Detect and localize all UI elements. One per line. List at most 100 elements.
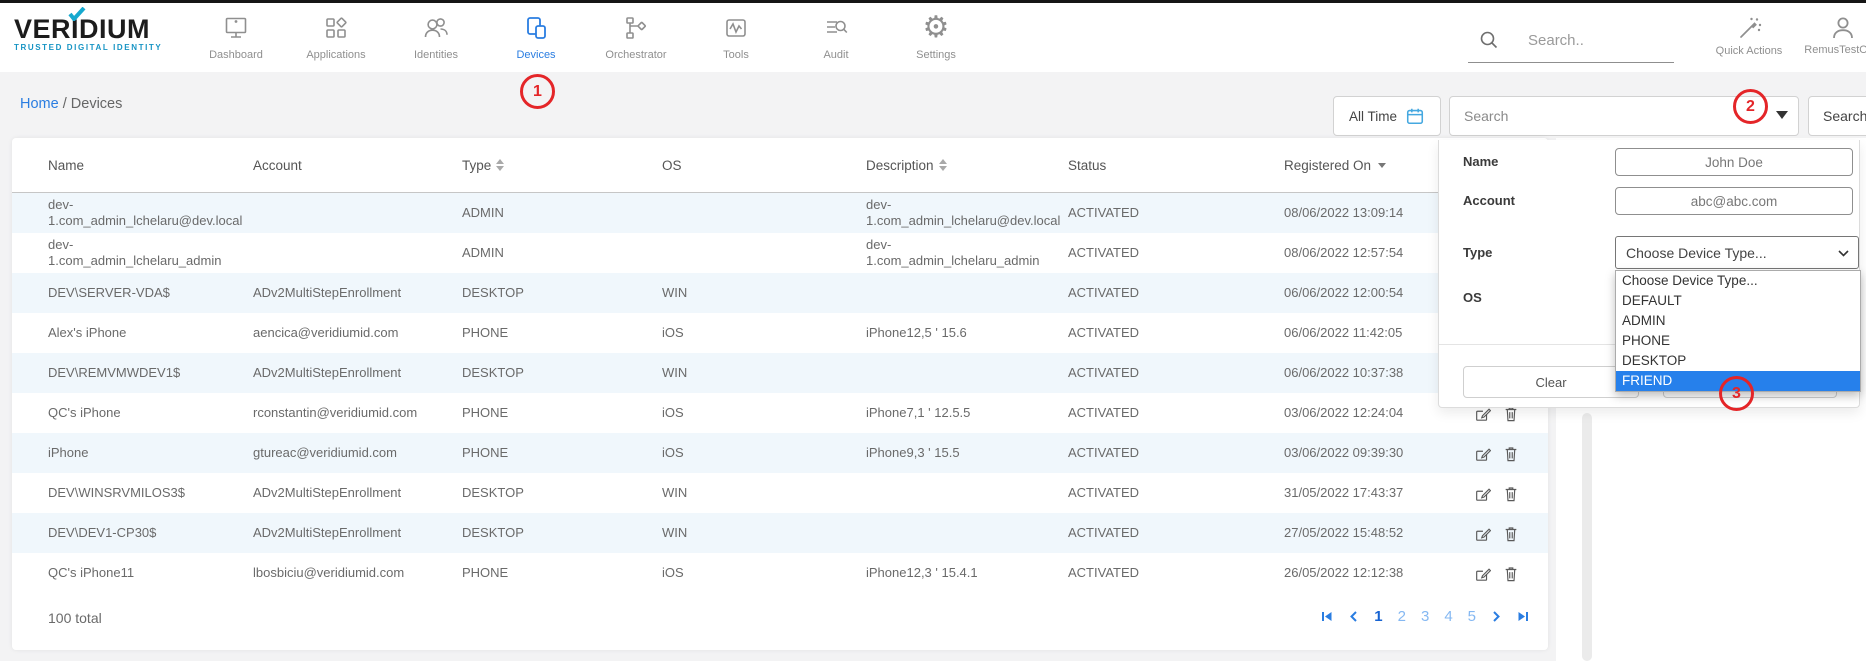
- pagination-first-icon[interactable]: [1320, 610, 1333, 623]
- nav-label: Settings: [886, 49, 986, 61]
- table-row[interactable]: Alex's iPhoneaencica@veridiumid.comPHONE…: [12, 313, 1548, 353]
- right-scrollbar[interactable]: [1582, 413, 1592, 661]
- delete-icon[interactable]: [1503, 485, 1519, 502]
- cell-status: ACTIVATED: [1068, 405, 1284, 421]
- pagination-page-4[interactable]: 4: [1444, 608, 1452, 625]
- row-actions: [1474, 445, 1544, 462]
- cell-registered-on: 03/06/2022 09:39:30: [1284, 445, 1474, 461]
- type-option[interactable]: ADMIN: [1616, 311, 1860, 331]
- column-header-account[interactable]: Account: [253, 158, 462, 173]
- veridium-logo[interactable]: VERIDIUM TRUSTED DIGITAL IDENTITY: [14, 15, 162, 52]
- pagination-page-5[interactable]: 5: [1468, 608, 1476, 625]
- identities-icon: [386, 11, 486, 45]
- column-header-name[interactable]: Name: [48, 158, 253, 173]
- pagination-pages: 12345: [1374, 608, 1476, 625]
- nav-item-applications[interactable]: Applications: [286, 11, 386, 61]
- type-option[interactable]: DESKTOP: [1616, 351, 1860, 371]
- sort-icon[interactable]: [496, 159, 504, 171]
- cell-os: iOS: [662, 325, 866, 341]
- sort-desc-icon[interactable]: [1378, 163, 1386, 168]
- user-menu[interactable]: RemusTestOffic: [1798, 15, 1866, 56]
- sort-icon[interactable]: [939, 159, 947, 171]
- breadcrumb-home-link[interactable]: Home: [20, 96, 59, 112]
- filter-name-label: Name: [1463, 154, 1498, 169]
- advanced-search-caret-icon[interactable]: [1776, 111, 1788, 119]
- main-nav: Dashboard Applications Identities Device…: [186, 11, 986, 61]
- audit-icon: [786, 11, 886, 45]
- cell-registered-on: 31/05/2022 17:43:37: [1284, 485, 1474, 501]
- nav-item-devices[interactable]: Devices: [486, 11, 586, 61]
- nav-label: Dashboard: [186, 49, 286, 61]
- applications-icon: [286, 11, 386, 45]
- delete-icon[interactable]: [1503, 445, 1519, 462]
- chevron-down-icon: [1838, 250, 1849, 257]
- nav-item-tools[interactable]: Tools: [686, 11, 786, 61]
- dashboard-icon: [186, 11, 286, 45]
- table-row[interactable]: iPhonegtureac@veridiumid.comPHONEiOSiPho…: [12, 433, 1548, 473]
- cell-registered-on: 26/05/2022 12:12:38: [1284, 565, 1474, 581]
- pagination-last-icon[interactable]: [1517, 610, 1530, 623]
- quick-actions-button[interactable]: Quick Actions: [1700, 16, 1798, 57]
- column-header-type[interactable]: Type: [462, 158, 662, 173]
- pagination-page-3[interactable]: 3: [1421, 608, 1429, 625]
- filter-type-label: Type: [1463, 245, 1492, 260]
- cell-type: PHONE: [462, 325, 662, 341]
- table-row[interactable]: dev-1.com_admin_lchelaru_adminADMINdev-1…: [12, 233, 1548, 273]
- table-row[interactable]: DEV\SERVER-VDA$ADv2MultiStepEnrollmentDE…: [12, 273, 1548, 313]
- global-search-input[interactable]: Search..: [1468, 25, 1676, 63]
- table-row[interactable]: DEV\WINSRVMILOS3$ADv2MultiStepEnrollment…: [12, 473, 1548, 513]
- edit-icon[interactable]: [1474, 485, 1491, 502]
- time-filter-button[interactable]: All Time: [1333, 96, 1441, 136]
- nav-label: Devices: [486, 49, 586, 61]
- pagination-page-2[interactable]: 2: [1398, 608, 1406, 625]
- pagination-next-icon[interactable]: [1491, 610, 1502, 623]
- filter-clear-button[interactable]: Clear: [1463, 366, 1639, 398]
- filter-type-select[interactable]: Choose Device Type...: [1615, 236, 1859, 269]
- cell-type: ADMIN: [462, 205, 662, 221]
- nav-item-orchestrator[interactable]: Orchestrator: [586, 11, 686, 61]
- cell-status: ACTIVATED: [1068, 245, 1284, 261]
- search-submit-button[interactable]: Search: [1808, 96, 1866, 136]
- user-icon: [1798, 15, 1866, 41]
- filter-name-input[interactable]: John Doe: [1615, 148, 1853, 176]
- edit-icon[interactable]: [1474, 445, 1491, 462]
- nav-item-audit[interactable]: Audit: [786, 11, 886, 61]
- calendar-icon: [1405, 106, 1425, 126]
- edit-icon[interactable]: [1474, 565, 1491, 582]
- table-row[interactable]: dev-1.com_admin_lchelaru@dev.localADMINd…: [12, 193, 1548, 233]
- filter-account-input[interactable]: abc@abc.com: [1615, 187, 1853, 215]
- type-option[interactable]: PHONE: [1616, 331, 1860, 351]
- column-header-status[interactable]: Status: [1068, 158, 1284, 173]
- delete-icon[interactable]: [1503, 525, 1519, 542]
- pagination-prev-icon[interactable]: [1348, 610, 1359, 623]
- table-row[interactable]: QC's iPhone11lbosbiciu@veridiumid.comPHO…: [12, 553, 1548, 593]
- cell-account: aencica@veridiumid.com: [253, 325, 462, 341]
- cell-description: iPhone12,5 ' 15.6: [866, 325, 1068, 341]
- cell-account: rconstantin@veridiumid.com: [253, 405, 462, 421]
- nav-item-settings[interactable]: ⚙ Settings: [886, 11, 986, 61]
- nav-item-identities[interactable]: Identities: [386, 11, 486, 61]
- nav-item-dashboard[interactable]: Dashboard: [186, 11, 286, 61]
- cell-status: ACTIVATED: [1068, 205, 1284, 221]
- device-search-placeholder: Search: [1450, 108, 1508, 124]
- delete-icon[interactable]: [1503, 565, 1519, 582]
- nav-label: Audit: [786, 49, 886, 61]
- table-row[interactable]: DEV\DEV1-CP30$ADv2MultiStepEnrollmentDES…: [12, 513, 1548, 553]
- cell-status: ACTIVATED: [1068, 525, 1284, 541]
- cell-description: iPhone9,3 ' 15.5: [866, 445, 1068, 461]
- pagination-page-1[interactable]: 1: [1374, 608, 1382, 625]
- type-option[interactable]: DEFAULT: [1616, 291, 1860, 311]
- cell-type: PHONE: [462, 445, 662, 461]
- cell-status: ACTIVATED: [1068, 325, 1284, 341]
- column-header-description[interactable]: Description: [866, 158, 1068, 173]
- cell-os: WIN: [662, 525, 866, 541]
- filter-account-value: abc@abc.com: [1691, 194, 1778, 209]
- cell-type: DESKTOP: [462, 365, 662, 381]
- table-row[interactable]: DEV\REMVMWDEV1$ADv2MultiStepEnrollmentDE…: [12, 353, 1548, 393]
- edit-icon[interactable]: [1474, 525, 1491, 542]
- cell-name: iPhone: [48, 445, 253, 461]
- table-row[interactable]: QC's iPhonerconstantin@veridiumid.comPHO…: [12, 393, 1548, 433]
- search-underline: [1468, 62, 1674, 63]
- column-header-os[interactable]: OS: [662, 158, 866, 173]
- type-option[interactable]: Choose Device Type...: [1616, 271, 1860, 291]
